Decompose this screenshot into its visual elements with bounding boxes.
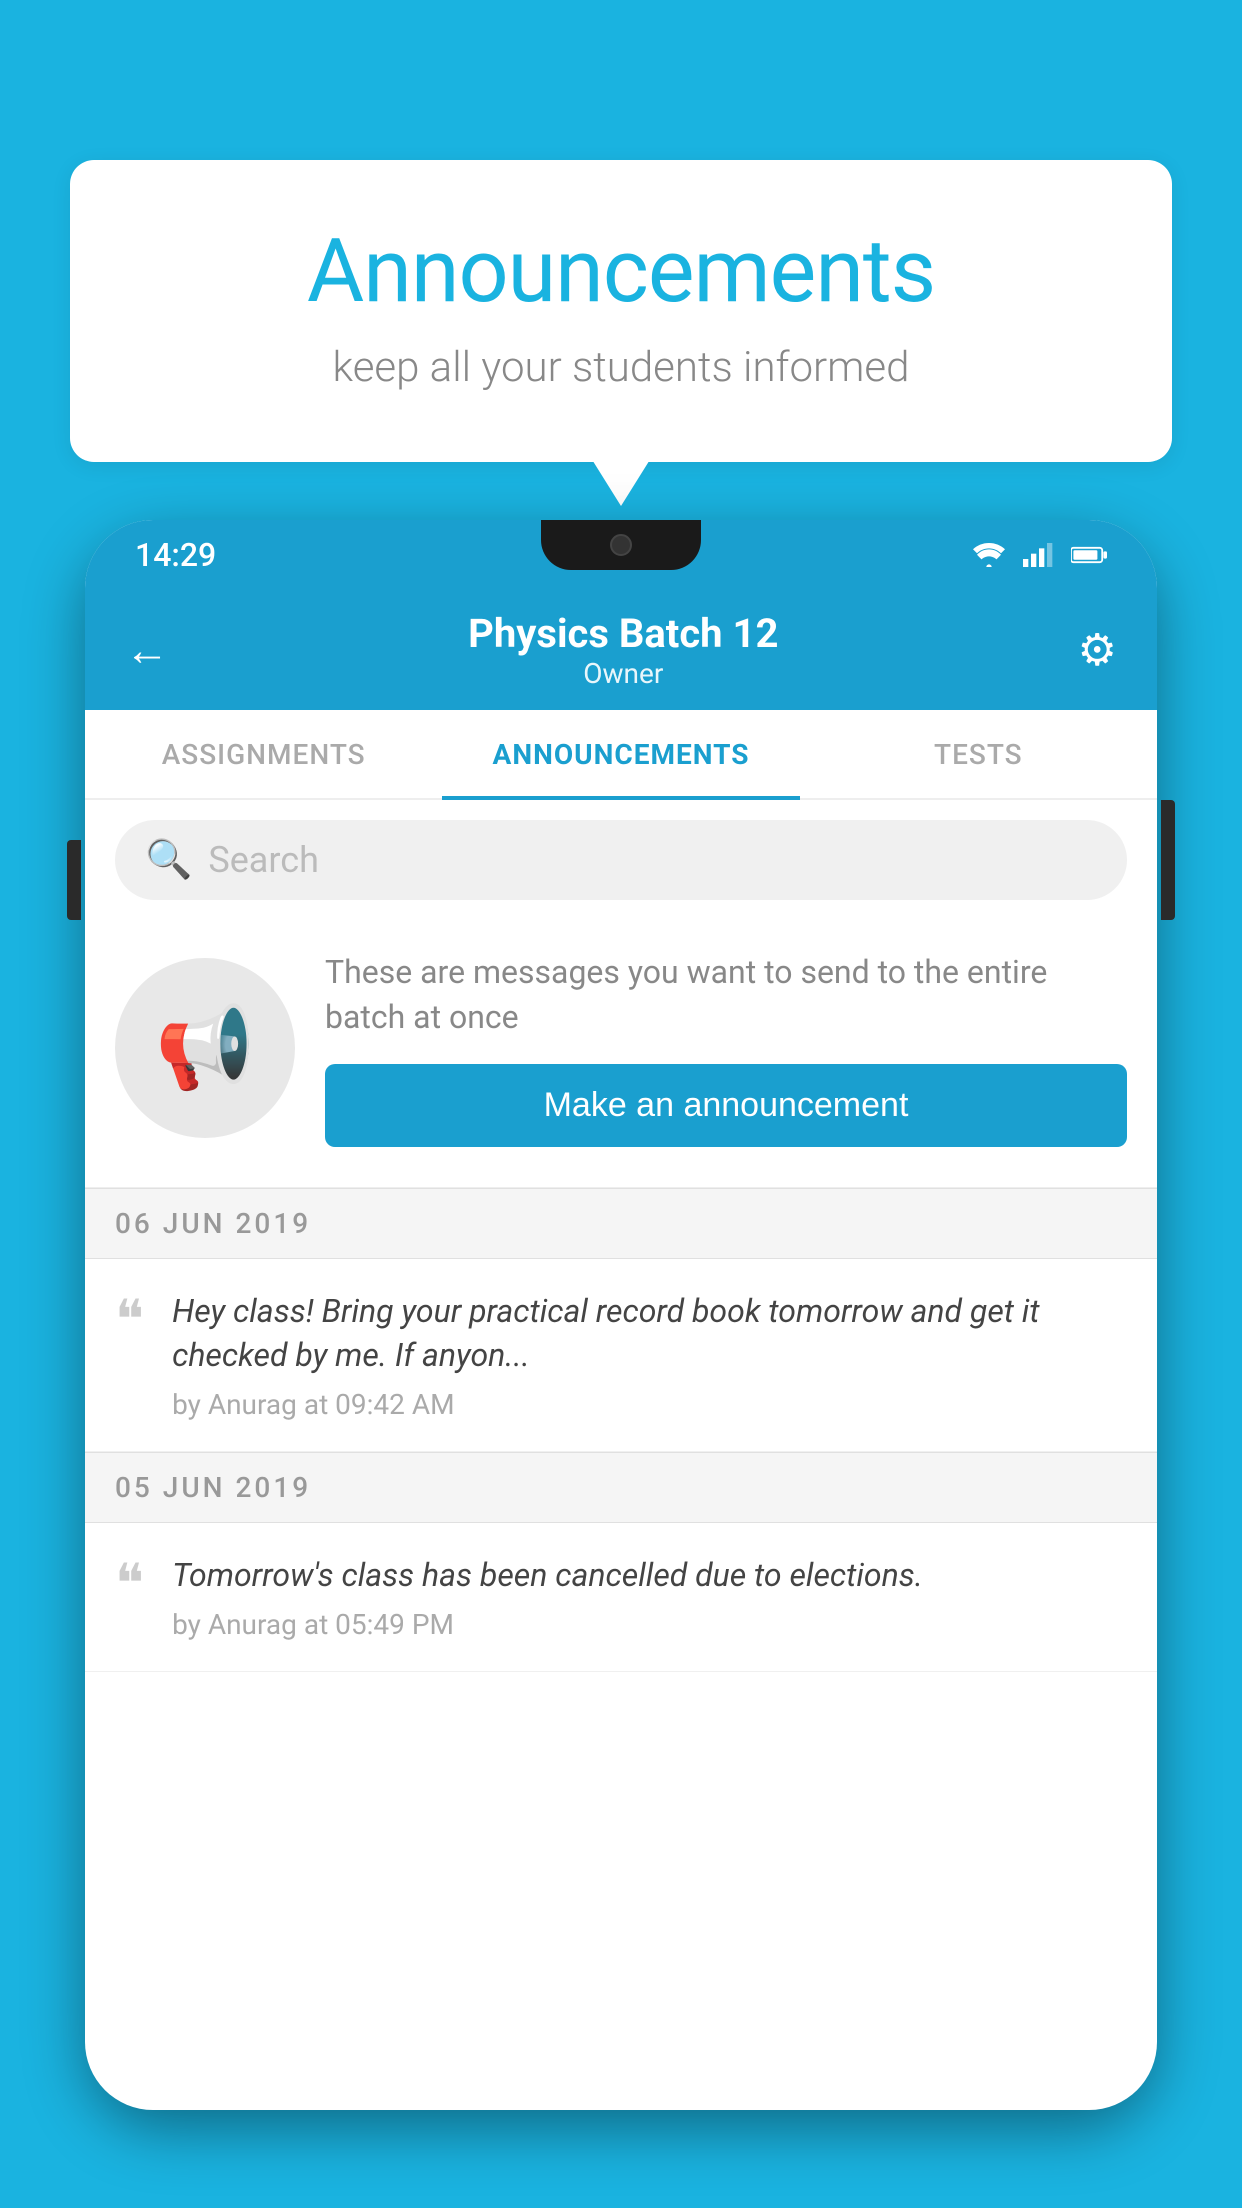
promo-description: These are messages you want to send to t… <box>325 950 1127 1040</box>
announcement-meta-1: by Anurag at 09:42 AM <box>172 1388 1127 1421</box>
speech-bubble-card: Announcements keep all your students inf… <box>70 160 1172 462</box>
tabs-bar: ASSIGNMENTS ANNOUNCEMENTS TESTS <box>85 710 1157 800</box>
tab-assignments[interactable]: ASSIGNMENTS <box>85 712 442 800</box>
user-role: Owner <box>468 657 778 690</box>
search-section: 🔍 Search <box>85 800 1157 920</box>
phone-screen: 14:29 <box>85 520 1157 2110</box>
search-placeholder: Search <box>208 839 319 881</box>
app-header: ← Physics Batch 12 Owner ⚙ <box>85 590 1157 710</box>
status-icons <box>971 543 1107 567</box>
announcement-content-1: Hey class! Bring your practical record b… <box>172 1289 1127 1422</box>
announcement-item-2[interactable]: ❝ Tomorrow's class has been cancelled du… <box>85 1523 1157 1672</box>
tab-tests[interactable]: TESTS <box>800 712 1157 800</box>
promo-right: These are messages you want to send to t… <box>325 950 1127 1147</box>
back-button[interactable]: ← <box>125 624 169 676</box>
phone-mockup: 14:29 <box>85 520 1157 2208</box>
announcement-text-1: Hey class! Bring your practical record b… <box>172 1289 1127 1379</box>
promo-section: 📢 These are messages you want to send to… <box>85 920 1157 1188</box>
battery-icon <box>1071 543 1107 567</box>
phone-notch <box>541 520 701 570</box>
announcement-meta-2: by Anurag at 05:49 PM <box>172 1608 1127 1641</box>
megaphone-icon: 📢 <box>155 1001 255 1095</box>
promo-icon-circle: 📢 <box>115 958 295 1138</box>
announcement-content-2: Tomorrow's class has been cancelled due … <box>172 1553 1127 1641</box>
settings-icon[interactable]: ⚙ <box>1078 624 1117 676</box>
wifi-icon <box>971 543 1007 567</box>
date-label-1: 06 JUN 2019 <box>115 1207 311 1240</box>
search-icon: 🔍 <box>145 838 192 882</box>
search-bar[interactable]: 🔍 Search <box>115 820 1127 900</box>
signal-icon <box>1021 543 1057 567</box>
tab-announcements[interactable]: ANNOUNCEMENTS <box>442 712 799 800</box>
batch-name: Physics Batch 12 <box>468 610 778 657</box>
date-separator-2: 05 JUN 2019 <box>85 1452 1157 1523</box>
speech-bubble-section: Announcements keep all your students inf… <box>70 160 1172 462</box>
make-announcement-button[interactable]: Make an announcement <box>325 1064 1127 1147</box>
front-camera <box>610 534 632 556</box>
quote-icon-1: ❝ <box>115 1293 144 1347</box>
announcement-text-2: Tomorrow's class has been cancelled due … <box>172 1553 1127 1598</box>
quote-icon-2: ❝ <box>115 1557 144 1611</box>
header-center: Physics Batch 12 Owner <box>468 610 778 690</box>
date-separator-1: 06 JUN 2019 <box>85 1188 1157 1259</box>
bubble-subtitle: keep all your students informed <box>150 343 1092 392</box>
announcement-item-1[interactable]: ❝ Hey class! Bring your practical record… <box>85 1259 1157 1453</box>
status-time: 14:29 <box>135 536 216 574</box>
bubble-title: Announcements <box>150 220 1092 323</box>
date-label-2: 05 JUN 2019 <box>115 1471 311 1504</box>
phone-outer: 14:29 <box>85 520 1157 2110</box>
